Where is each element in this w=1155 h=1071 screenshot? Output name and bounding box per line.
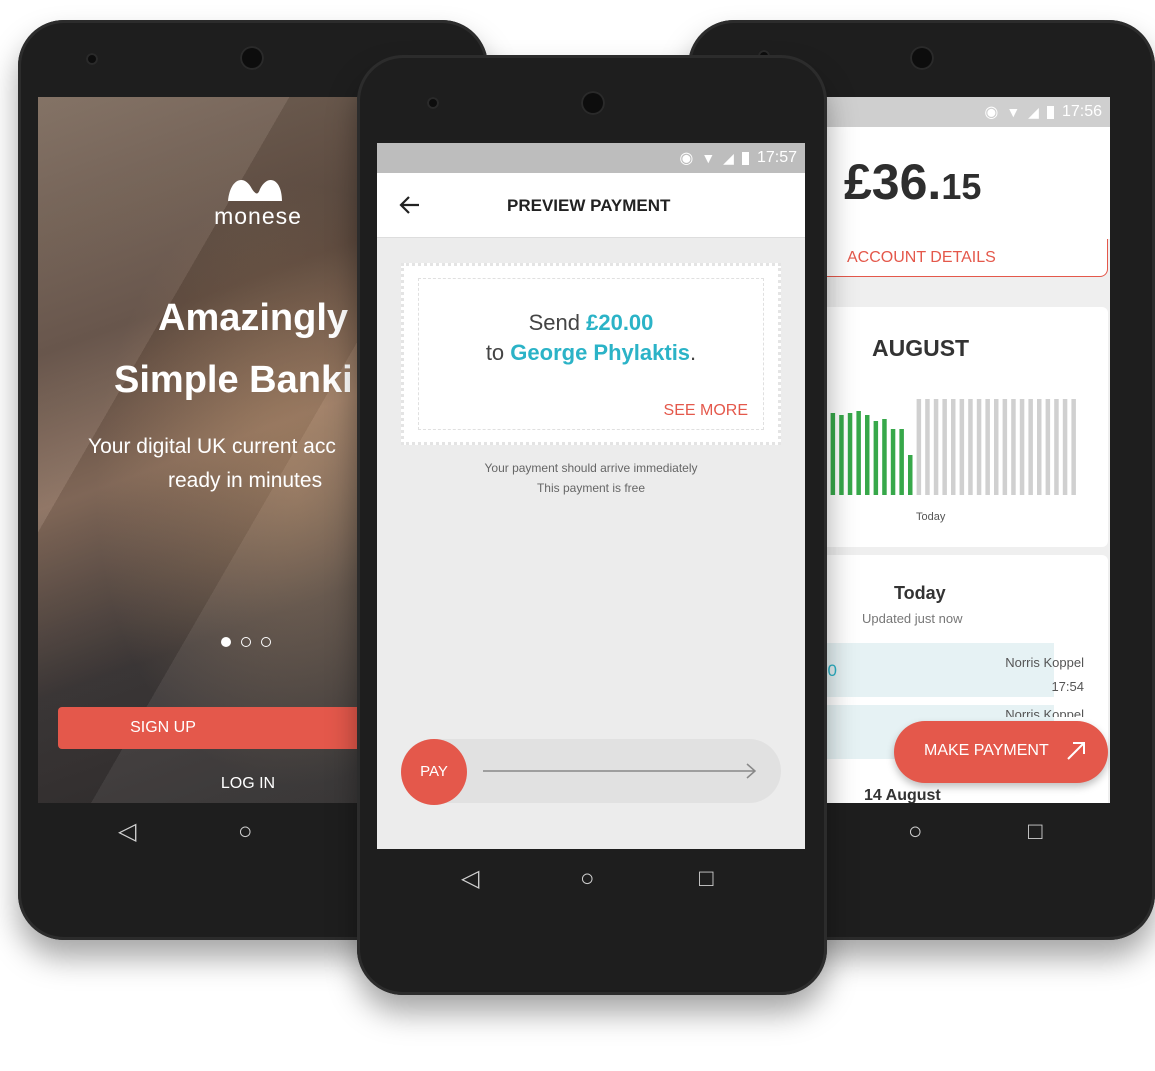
subtitle-line-2: ready in minutes: [168, 469, 323, 492]
preview-payment-screen: ◉ ▼ ◢ 17:57 PREVIEW PAYMENT Send £20.00 …: [377, 143, 805, 849]
front-camera: [240, 46, 264, 70]
future-day-bar: [1028, 399, 1033, 495]
headline-line-1: Amazingly: [158, 297, 349, 339]
back-nav-icon[interactable]: ◁: [461, 867, 479, 891]
pay-slider-handle[interactable]: PAY: [401, 739, 467, 805]
app-header: PREVIEW PAYMENT: [377, 173, 805, 238]
spending-chart-card: AUGUST Today: [818, 307, 1108, 547]
transaction-name: Norris Koppel: [1005, 707, 1084, 717]
payment-note-1: Your payment should arrive immediately: [484, 461, 698, 475]
future-day-bar: [951, 399, 956, 495]
future-day-bar: [1062, 399, 1068, 495]
send-line: Send £20.00: [528, 310, 654, 335]
vibrate-icon: ◉: [679, 150, 694, 167]
spending-bar: [847, 413, 853, 495]
phone-center: ◉ ▼ ◢ 17:57 PREVIEW PAYMENT Send £20.00 …: [357, 55, 827, 995]
page-dot[interactable]: [241, 637, 251, 647]
front-camera: [581, 91, 605, 115]
future-day-bar: [1037, 399, 1042, 495]
signal-icon: ◢: [723, 149, 734, 166]
recipient-line: to George Phylaktis.: [485, 340, 697, 365]
status-time: 17:56: [1061, 103, 1102, 120]
spending-bar: [839, 415, 844, 495]
section-title: Today: [894, 583, 946, 603]
recents-nav-icon[interactable]: □: [1028, 820, 1043, 844]
future-day-bar: [916, 399, 922, 495]
sensor-dot: [427, 97, 439, 109]
page-dot[interactable]: [261, 637, 271, 647]
make-payment-button[interactable]: MAKE PAYMENT: [894, 721, 1108, 783]
signal-icon: ◢: [1028, 103, 1039, 120]
balance-amount: £36.15: [844, 154, 982, 210]
transaction-name: Norris Koppel: [1005, 655, 1084, 670]
page-title: PREVIEW PAYMENT: [507, 196, 671, 215]
slide-arrow-icon: [483, 763, 757, 779]
arrow-up-right-icon: [1067, 742, 1085, 760]
page-indicator: [221, 637, 271, 647]
headline-line-2: Simple Banki: [114, 359, 353, 401]
payment-amount: £20.00: [586, 310, 654, 335]
recipient-name: George Phylaktis: [510, 340, 691, 365]
section-subtitle: Updated just now: [862, 611, 963, 626]
home-nav-icon[interactable]: ○: [908, 820, 923, 844]
future-day-bar: [1019, 399, 1025, 495]
monese-logo-icon: [228, 179, 282, 201]
spending-bar-chart: [822, 399, 1076, 495]
battery-icon: [1046, 105, 1054, 119]
account-details-button[interactable]: ACCOUNT DETAILS: [818, 239, 1108, 277]
future-day-bar: [933, 399, 939, 495]
month-label: AUGUST: [872, 335, 970, 361]
recents-nav-icon[interactable]: □: [699, 867, 714, 891]
payment-note-2: This payment is free: [536, 481, 646, 495]
future-day-bar: [1011, 399, 1016, 495]
transaction-time: 17:54: [1051, 679, 1084, 694]
future-day-bar: [1045, 399, 1051, 495]
future-day-bar: [985, 399, 990, 495]
future-day-bar: [942, 399, 947, 495]
future-day-bar: [1054, 399, 1059, 495]
home-nav-icon[interactable]: ○: [580, 867, 595, 891]
page-dot-active[interactable]: [221, 637, 231, 647]
transaction-row[interactable]: 00: [818, 643, 1054, 697]
future-day-bar: [994, 399, 999, 495]
wifi-icon: ▼: [1006, 104, 1021, 120]
battery-icon: [741, 151, 749, 165]
future-day-bar: [959, 399, 965, 495]
next-section-title: 14 August: [864, 787, 941, 803]
subtitle-line-1: Your digital UK current acc: [88, 435, 336, 458]
sensor-dot: [86, 53, 98, 65]
spending-bar: [865, 415, 870, 495]
future-day-bar: [976, 399, 982, 495]
see-more-link[interactable]: SEE MORE: [664, 402, 748, 420]
back-nav-icon[interactable]: ◁: [118, 820, 136, 844]
spending-bar: [899, 429, 904, 495]
status-bar: ◉ ▼ ◢ 17:57: [377, 143, 805, 173]
wifi-icon: ▼: [701, 150, 716, 166]
spending-bar: [856, 411, 861, 495]
vibrate-icon: ◉: [984, 104, 999, 121]
status-time: 17:57: [756, 149, 797, 166]
log-in-button[interactable]: LOG IN: [198, 775, 298, 793]
future-day-bar: [968, 399, 973, 495]
future-day-bar: [1071, 399, 1076, 495]
brand-name: monese: [214, 203, 302, 229]
spending-bar: [890, 429, 896, 495]
spending-bar: [830, 413, 836, 495]
front-camera: [910, 46, 934, 70]
spending-bar: [873, 421, 879, 495]
spending-bar: [908, 455, 913, 495]
today-marker: Today: [916, 511, 946, 523]
payment-summary-card: Send £20.00 to George Phylaktis. SEE MOR…: [401, 263, 781, 445]
spending-bar: [882, 419, 887, 495]
back-arrow-icon[interactable]: [399, 195, 421, 215]
future-day-bar: [1002, 399, 1008, 495]
future-day-bar: [925, 399, 930, 495]
home-nav-icon[interactable]: ○: [238, 820, 253, 844]
